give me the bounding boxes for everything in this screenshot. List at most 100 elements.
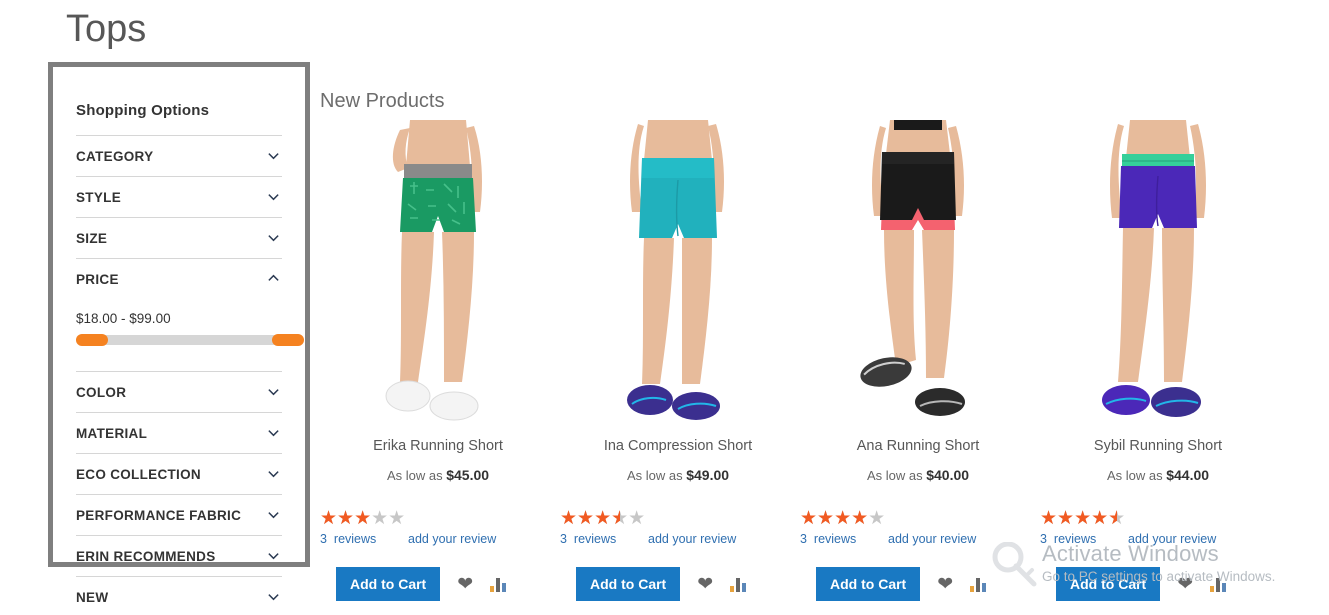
add-your-review-link[interactable]: add your review	[648, 532, 736, 546]
sidebar-filter-material[interactable]: MATERIAL	[76, 412, 282, 453]
product-image-sybil-running-short[interactable]	[1038, 120, 1278, 430]
stars-filled: ★★★★★	[320, 509, 372, 528]
filter-label: STYLE	[76, 189, 122, 205]
chevron-down-icon	[267, 508, 280, 521]
product-card: Ana Running Short As low as $40.00 ★★★★★…	[798, 120, 1038, 601]
product-name[interactable]: Ina Compression Short	[558, 436, 798, 456]
product-image-ina-compression-short[interactable]	[558, 120, 798, 430]
sidebar-filter-size[interactable]: SIZE	[76, 217, 282, 258]
product-actions: Add to Cart ❤	[1038, 567, 1278, 601]
price-amount: $45.00	[446, 467, 490, 483]
filter-label: ECO COLLECTION	[76, 466, 201, 482]
add-your-review-link[interactable]: add your review	[1128, 532, 1216, 546]
sidebar-filter-erin-recommends[interactable]: ERIN RECOMMENDS	[76, 535, 282, 576]
sidebar-filter-category[interactable]: CATEGORY	[76, 135, 282, 176]
product-card: Erika Running Short As low as $45.00 ★★★…	[318, 120, 558, 601]
review-links: 3 reviews add your review	[1038, 532, 1278, 546]
sidebar-filter-eco-collection[interactable]: ECO COLLECTION	[76, 453, 282, 494]
add-your-review-link[interactable]: add your review	[408, 532, 496, 546]
chevron-down-icon	[267, 590, 280, 603]
add-to-cart-button[interactable]: Add to Cart	[336, 567, 441, 601]
add-your-review-link[interactable]: add your review	[888, 532, 976, 546]
star-rating: ★★★★★ ★★★★★	[800, 509, 885, 528]
star-rating: ★★★★★ ★★★★★	[1040, 509, 1125, 528]
product-name[interactable]: Ana Running Short	[798, 436, 1038, 456]
star-rating: ★★★★★ ★★★★★	[560, 509, 645, 528]
as-low-as-label: As low as	[626, 468, 683, 483]
add-to-cart-button[interactable]: Add to Cart	[576, 567, 681, 601]
add-to-cart-button[interactable]: Add to Cart	[1056, 567, 1161, 601]
as-low-as-label: As low as	[866, 468, 923, 483]
product-actions: Add to Cart ❤	[558, 567, 798, 601]
review-links: 3 reviews add your review	[318, 532, 558, 546]
product-rating[interactable]: ★★★★★ ★★★★★	[1038, 509, 1278, 529]
price-amount: $49.00	[686, 467, 730, 483]
price-slider-handle-min[interactable]	[76, 334, 108, 346]
product-image-erika-running-short[interactable]	[318, 120, 558, 430]
compare-bars-icon[interactable]	[970, 577, 987, 592]
as-low-as-label: As low as	[386, 468, 443, 483]
stars-filled: ★★★★★	[800, 509, 869, 528]
chevron-down-icon	[267, 467, 280, 480]
sidebar-filter-style[interactable]: STYLE	[76, 176, 282, 217]
review-count-link[interactable]: 3 reviews	[560, 532, 648, 546]
review-count-link[interactable]: 3 reviews	[320, 532, 408, 546]
stars-filled: ★★★★★	[1040, 509, 1117, 528]
filter-label: MATERIAL	[76, 425, 148, 441]
product-name[interactable]: Sybil Running Short	[1038, 436, 1278, 456]
price-amount: $40.00	[926, 467, 970, 483]
review-count-link[interactable]: 3 reviews	[800, 532, 888, 546]
product-price: As low as $40.00	[798, 467, 1038, 483]
sidebar-filter-color[interactable]: COLOR	[76, 371, 282, 412]
filter-label: PRICE	[76, 271, 119, 287]
product-rating[interactable]: ★★★★★ ★★★★★	[798, 509, 1038, 529]
price-filter-panel: $18.00 - $99.00	[76, 299, 304, 371]
product-grid: Erika Running Short As low as $45.00 ★★★…	[318, 120, 1328, 601]
price-range-slider[interactable]	[76, 334, 304, 346]
review-count-link[interactable]: 3 reviews	[1040, 532, 1128, 546]
price-slider-handle-max[interactable]	[272, 334, 304, 346]
sidebar-filter-performance-fabric[interactable]: PERFORMANCE FABRIC	[76, 494, 282, 535]
stars-filled: ★★★★★	[560, 509, 620, 528]
chevron-up-icon	[267, 272, 280, 285]
filter-label: ERIN RECOMMENDS	[76, 548, 216, 564]
shopping-options-heading: Shopping Options	[76, 102, 210, 119]
heart-icon[interactable]: ❤	[937, 575, 953, 594]
heart-icon[interactable]: ❤	[697, 575, 713, 594]
heart-icon[interactable]: ❤	[1177, 575, 1193, 594]
price-range-text: $18.00 - $99.00	[76, 311, 171, 326]
filter-label: SIZE	[76, 230, 108, 246]
compare-bars-icon[interactable]	[730, 577, 747, 592]
price-amount: $44.00	[1166, 467, 1210, 483]
as-low-as-label: As low as	[1106, 468, 1163, 483]
product-name[interactable]: Erika Running Short	[318, 436, 558, 456]
product-card: Sybil Running Short As low as $44.00 ★★★…	[1038, 120, 1278, 601]
chevron-down-icon	[267, 231, 280, 244]
product-card: Ina Compression Short As low as $49.00 ★…	[558, 120, 798, 601]
chevron-down-icon	[267, 549, 280, 562]
compare-bars-icon[interactable]	[1210, 577, 1227, 592]
product-actions: Add to Cart ❤	[318, 567, 558, 601]
star-rating: ★★★★★ ★★★★★	[320, 509, 405, 528]
sidebar-filter-new[interactable]: NEW	[76, 576, 282, 615]
product-image-ana-running-short[interactable]	[798, 120, 1038, 430]
product-price: As low as $44.00	[1038, 467, 1278, 483]
chevron-down-icon	[267, 385, 280, 398]
product-actions: Add to Cart ❤	[798, 567, 1038, 601]
new-products-heading: New Products	[320, 90, 445, 112]
review-links: 3 reviews add your review	[798, 532, 1038, 546]
product-price: As low as $49.00	[558, 467, 798, 483]
add-to-cart-button[interactable]: Add to Cart	[816, 567, 921, 601]
product-rating[interactable]: ★★★★★ ★★★★★	[318, 509, 558, 529]
product-rating[interactable]: ★★★★★ ★★★★★	[558, 509, 798, 529]
filter-label: NEW	[76, 589, 109, 605]
product-price: As low as $45.00	[318, 467, 558, 483]
compare-bars-icon[interactable]	[490, 577, 507, 592]
filter-label: COLOR	[76, 384, 127, 400]
shopping-options-sidebar: Shopping Options CATEGORY STYLE SIZE PRI…	[48, 62, 316, 615]
review-links: 3 reviews add your review	[558, 532, 798, 546]
heart-icon[interactable]: ❤	[457, 575, 473, 594]
filter-label: CATEGORY	[76, 148, 154, 164]
sidebar-filter-price[interactable]: PRICE	[76, 258, 282, 299]
chevron-down-icon	[267, 190, 280, 203]
